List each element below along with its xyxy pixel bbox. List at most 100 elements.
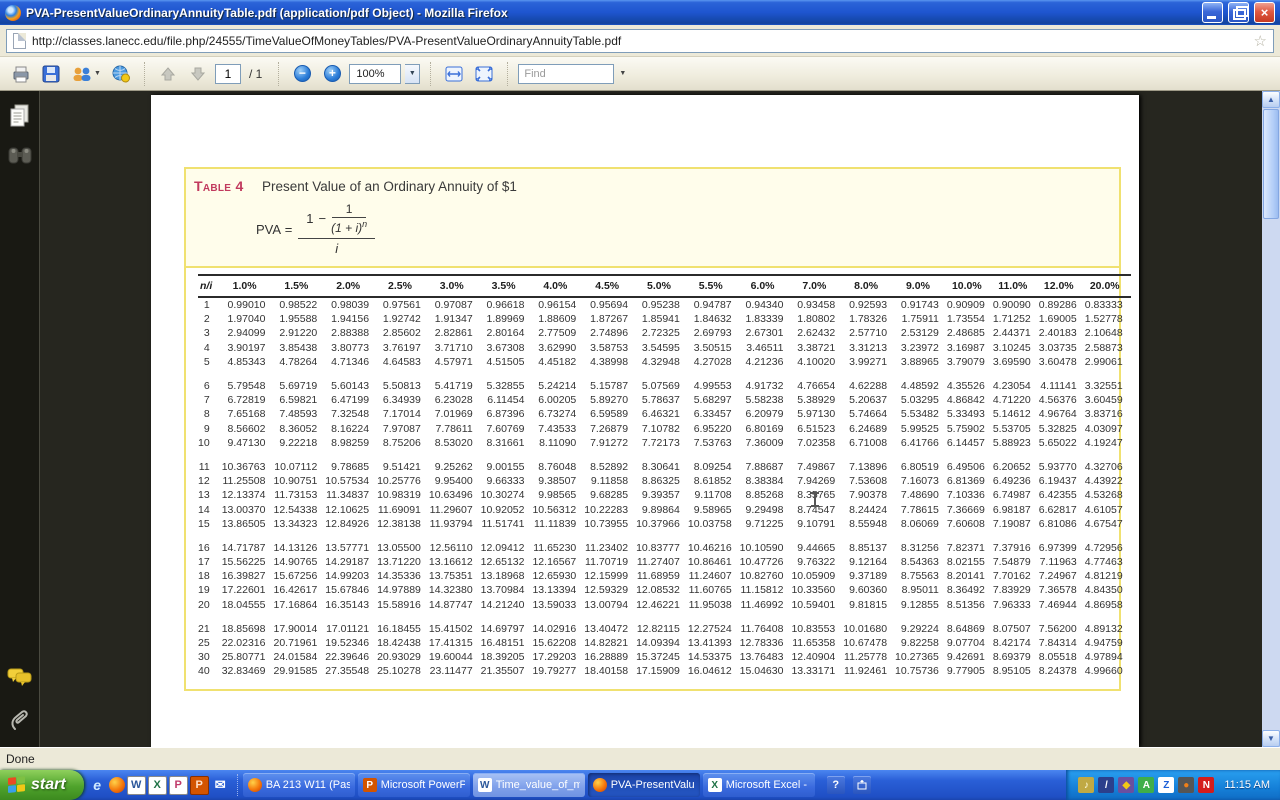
- table-cell: 6.33457: [688, 407, 740, 421]
- period-cell: 4: [198, 341, 222, 355]
- table-cell: 4.57971: [429, 355, 481, 369]
- table-cell: 13.76483: [740, 650, 792, 664]
- table-cell: 0.95694: [584, 297, 636, 312]
- fit-width-button[interactable]: [441, 61, 467, 87]
- task-button-label: BA 213 W11 (Pasc...: [266, 779, 350, 791]
- period-cell: 5: [198, 355, 222, 369]
- firefox-quicklaunch-icon[interactable]: [109, 777, 125, 793]
- excel-quicklaunch-icon[interactable]: X: [148, 776, 167, 795]
- shield-tray-icon[interactable]: ◆: [1118, 777, 1134, 793]
- table-cell: 6.46321: [636, 407, 688, 421]
- find-input[interactable]: [518, 64, 614, 84]
- table-cell: 0.96154: [532, 297, 584, 312]
- publisher-quicklaunch-icon[interactable]: P: [169, 776, 188, 795]
- minimize-button[interactable]: [1202, 2, 1223, 23]
- table-cell: 6.59589: [584, 407, 636, 421]
- zoom-in-button[interactable]: +: [319, 61, 345, 87]
- outlook-quicklaunch-icon[interactable]: ✉: [211, 776, 230, 795]
- table-cell: 14.09394: [636, 636, 688, 650]
- taskbar-clock: 11:15 AM: [1224, 779, 1270, 791]
- zoom-dropdown-icon[interactable]: ▼: [405, 64, 420, 84]
- table-cell: 2.99061: [1085, 355, 1131, 369]
- table-cell: 2.58873: [1085, 341, 1131, 355]
- table-cell: 4.11141: [1039, 379, 1085, 393]
- table-cell: 20.71961: [273, 636, 325, 650]
- print-button[interactable]: [8, 61, 34, 87]
- table-cell: 0.92593: [843, 297, 895, 312]
- table-cell: 10.73955: [584, 517, 636, 531]
- find-dropdown-icon[interactable]: ▼: [619, 70, 626, 77]
- table-column-header: 8.0%: [843, 275, 895, 297]
- collaborate-dropdown-icon[interactable]: ▼: [94, 70, 101, 77]
- word-quicklaunch-icon[interactable]: W: [127, 776, 146, 795]
- table-cell: 11.65230: [532, 541, 584, 555]
- page-number-input[interactable]: [215, 64, 241, 84]
- search-binoculars-icon[interactable]: [7, 145, 33, 165]
- toolbar-separator: [507, 62, 508, 86]
- scrollbar-thumb[interactable]: [1263, 109, 1279, 219]
- zoom-out-button[interactable]: −: [289, 61, 315, 87]
- table-cell: 11.34837: [325, 488, 377, 502]
- restore-button[interactable]: [1228, 2, 1249, 23]
- table-cell: 5.53482: [895, 407, 947, 421]
- collaborate-button[interactable]: ▼: [68, 61, 104, 87]
- powerpoint-quicklaunch-icon[interactable]: P: [190, 776, 209, 795]
- comments-panel-icon[interactable]: [7, 667, 33, 687]
- pages-panel-icon[interactable]: [8, 103, 32, 129]
- table-cell: 12.09412: [481, 541, 533, 555]
- period-cell: 17: [198, 555, 222, 569]
- table-cell: 11.68959: [636, 569, 688, 583]
- updates-tray-icon[interactable]: A: [1138, 777, 1154, 793]
- help-button[interactable]: ?: [827, 776, 845, 794]
- attachments-paperclip-icon[interactable]: [9, 709, 31, 733]
- table-row: 1614.7178714.1312613.5777113.0550012.561…: [198, 541, 1131, 555]
- task-button-powerpoint[interactable]: PMicrosoft PowerPo...: [358, 773, 470, 797]
- task-button-excel[interactable]: XMicrosoft Excel - r...: [703, 773, 815, 797]
- task-button-firefox[interactable]: BA 213 W11 (Pasc...: [243, 773, 355, 797]
- language-bar-button[interactable]: [853, 776, 871, 794]
- scrollbar-track[interactable]: [1262, 220, 1280, 730]
- table-cell: 9.12855: [895, 598, 947, 612]
- table-corner-header: n/i: [198, 275, 222, 297]
- table-cell: 6.00205: [532, 393, 584, 407]
- norton-tray-icon[interactable]: N: [1198, 777, 1214, 793]
- table-cell: 4.97894: [1085, 650, 1131, 664]
- next-page-button[interactable]: [185, 61, 211, 87]
- table-cell: 14.97889: [377, 583, 429, 597]
- table-cell: 0.91743: [895, 297, 947, 312]
- table-cell: 8.36492: [947, 583, 993, 597]
- table-cell: 14.99203: [325, 569, 377, 583]
- volume-tray-icon[interactable]: ●: [1178, 777, 1194, 793]
- task-button-word[interactable]: WTime_value_of_mo...: [473, 773, 585, 797]
- task-button-firefox[interactable]: PVA-PresentValue...: [588, 773, 700, 797]
- table-cell: 2.94099: [222, 326, 274, 340]
- table-cell: 18.42438: [377, 636, 429, 650]
- save-button[interactable]: [38, 61, 64, 87]
- table-row: 87.651687.485937.325487.170147.019696.87…: [198, 407, 1131, 421]
- start-button[interactable]: start: [0, 770, 84, 800]
- table-cell: 8.30641: [636, 460, 688, 474]
- bookmark-star-icon[interactable]: ☆: [1254, 32, 1267, 50]
- messenger-tray-icon[interactable]: /: [1098, 777, 1114, 793]
- table-body-band: n/i1.0%1.5%2.0%2.5%3.0%3.5%4.0%4.5%5.0%5…: [186, 268, 1119, 689]
- scroll-up-icon[interactable]: ▲: [1262, 91, 1280, 108]
- zoom-level-select[interactable]: 100%: [349, 64, 401, 84]
- share-button[interactable]: [108, 61, 134, 87]
- previous-page-button[interactable]: [155, 61, 181, 87]
- close-button[interactable]: ×: [1254, 2, 1275, 23]
- table-cell: 13.70984: [481, 583, 533, 597]
- table-cell: 2.82861: [429, 326, 481, 340]
- url-field[interactable]: http://classes.lanecc.edu/file.php/24555…: [6, 29, 1274, 53]
- vertical-scrollbar[interactable]: ▲ ▼: [1262, 91, 1280, 747]
- table-cell: 7.11963: [1039, 555, 1085, 569]
- media-tray-icon[interactable]: ♪: [1078, 777, 1094, 793]
- fit-page-button[interactable]: [471, 61, 497, 87]
- zone-tray-icon[interactable]: Z: [1158, 777, 1174, 793]
- table-cell: 10.22283: [584, 502, 636, 516]
- internet-explorer-quicklaunch-icon[interactable]: e: [88, 776, 107, 795]
- scroll-down-icon[interactable]: ▼: [1262, 730, 1280, 747]
- url-text[interactable]: http://classes.lanecc.edu/file.php/24555…: [32, 34, 1248, 48]
- table-row: 1917.2260116.4261715.6784614.9788914.323…: [198, 583, 1131, 597]
- table-cell: 5.93770: [1039, 460, 1085, 474]
- table-cell: 18.40158: [584, 664, 636, 678]
